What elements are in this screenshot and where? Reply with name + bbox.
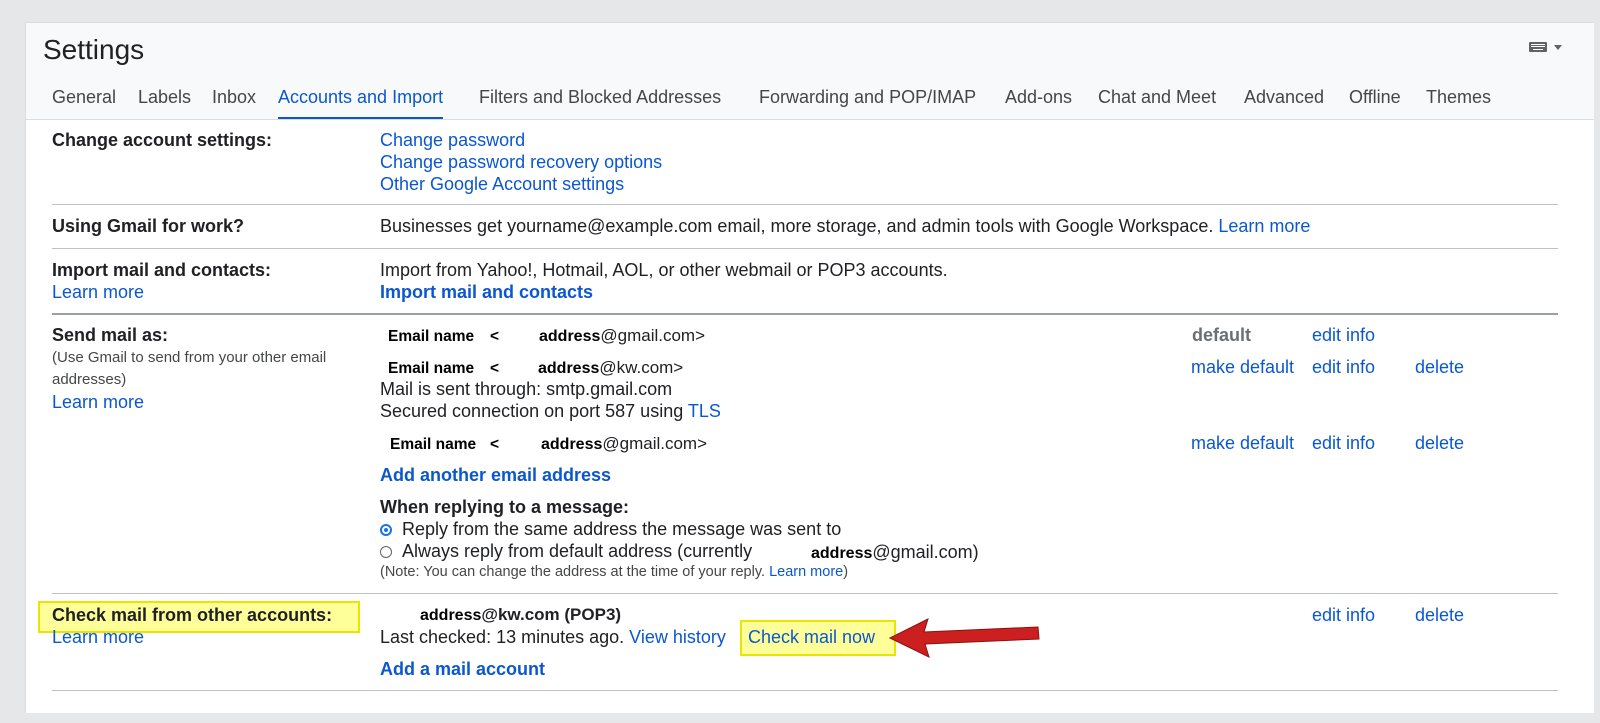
send-address: address@kw.com> — [538, 358, 684, 377]
import-label: Import mail and contacts: — [52, 260, 272, 280]
send-as-sub1: (Use Gmail to send from your other email — [52, 349, 327, 366]
email-name: Email name — [388, 328, 475, 345]
tab-general[interactable]: General — [52, 77, 116, 117]
import-mail-contacts-button[interactable]: Import mail and contacts — [380, 282, 593, 303]
tab-labels[interactable]: Labels — [138, 77, 191, 117]
reply-same-radio[interactable] — [380, 524, 392, 536]
email-name: Email name — [388, 360, 475, 377]
edit-info-link[interactable]: edit info — [1312, 433, 1375, 454]
red-arrow-annotation — [888, 618, 1040, 658]
reply-default-radio[interactable] — [380, 546, 392, 558]
tab-chat-and-meet[interactable]: Chat and Meet — [1098, 77, 1216, 117]
reply-note: (Note: You can change the address at the… — [380, 564, 849, 580]
divider — [52, 204, 1558, 205]
tab-accounts-and-import[interactable]: Accounts and Import — [278, 77, 444, 119]
input-tools-button[interactable] — [1529, 42, 1569, 56]
send-as-label: Send mail as: — [52, 325, 169, 345]
edit-info-link[interactable]: edit info — [1312, 357, 1375, 378]
tab-forwarding[interactable]: Forwarding and POP/IMAP — [759, 77, 976, 117]
send-address: address@gmail.com> — [541, 434, 708, 453]
send-as-learn-more-link[interactable]: Learn more — [52, 392, 144, 413]
settings-panel: Settings General Labels Inbox Accounts a… — [25, 22, 1594, 713]
delete-link[interactable]: delete — [1415, 433, 1464, 454]
divider — [52, 248, 1558, 249]
delete-link[interactable]: delete — [1415, 605, 1464, 626]
change-recovery-link[interactable]: Change password recovery options — [380, 152, 662, 173]
settings-tabs: General Labels Inbox Accounts and Import… — [26, 77, 1594, 120]
chevron-down-icon — [1554, 45, 1562, 50]
tab-add-ons[interactable]: Add-ons — [1005, 77, 1072, 117]
divider — [52, 690, 1558, 691]
default-status: default — [1192, 325, 1252, 345]
reply-default-address: address@gmail.com) — [811, 542, 979, 562]
send-as-sub2: addresses) — [52, 371, 127, 388]
tls-link[interactable]: TLS — [688, 401, 721, 421]
smtp-info: Mail is sent through: smtp.gmail.com — [380, 379, 673, 399]
delete-link[interactable]: delete — [1415, 357, 1464, 378]
add-email-address-button[interactable]: Add another email address — [380, 465, 611, 486]
check-mail-learn-more-link[interactable]: Learn more — [52, 627, 144, 648]
send-address: address@gmail.com> — [539, 326, 706, 345]
make-default-link[interactable]: make default — [1191, 357, 1294, 378]
check-mail-label: Check mail from other accounts: — [52, 605, 333, 625]
angle-bracket: < — [490, 328, 500, 345]
work-learn-more-link[interactable]: Learn more — [1218, 216, 1310, 236]
reply-default-label-a: Always reply from default address (curre… — [402, 541, 753, 561]
title-bar: Settings — [26, 23, 1594, 77]
change-account-label: Change account settings: — [52, 130, 273, 150]
angle-bracket: < — [490, 360, 500, 377]
check-mail-now-link[interactable]: Check mail now — [748, 627, 875, 648]
keyboard-icon — [1529, 42, 1547, 52]
divider — [52, 593, 1558, 594]
make-default-link[interactable]: make default — [1191, 433, 1294, 454]
google-account-settings-link[interactable]: Other Google Account settings — [380, 174, 624, 195]
import-text: Import from Yahoo!, Hotmail, AOL, or oth… — [380, 260, 948, 280]
tab-advanced[interactable]: Advanced — [1244, 77, 1324, 117]
tab-inbox[interactable]: Inbox — [212, 77, 256, 117]
last-checked: Last checked: 13 minutes ago. View histo… — [380, 627, 726, 647]
change-password-link[interactable]: Change password — [380, 130, 525, 151]
import-learn-more-link[interactable]: Learn more — [52, 282, 144, 303]
angle-bracket: < — [490, 436, 500, 453]
work-text: Businesses get yourname@example.com emai… — [380, 216, 1310, 237]
tab-offline[interactable]: Offline — [1349, 77, 1401, 117]
work-description: Businesses get yourname@example.com emai… — [380, 216, 1214, 236]
edit-info-link[interactable]: edit info — [1312, 325, 1375, 346]
work-label: Using Gmail for work? — [52, 216, 245, 236]
edit-info-link[interactable]: edit info — [1312, 605, 1375, 626]
reply-learn-more-link[interactable]: Learn more — [769, 564, 843, 580]
secured-info: Secured connection on port 587 using TLS — [380, 401, 721, 421]
pop3-account: address@kw.com (POP3) — [420, 605, 622, 624]
reply-heading: When replying to a message: — [380, 497, 630, 517]
divider — [52, 313, 1558, 315]
add-mail-account-button[interactable]: Add a mail account — [380, 659, 545, 680]
page-title: Settings — [43, 34, 145, 65]
reply-same-label: Reply from the same address the message … — [402, 519, 842, 539]
tab-themes[interactable]: Themes — [1426, 77, 1491, 117]
tab-filters[interactable]: Filters and Blocked Addresses — [479, 77, 721, 117]
email-name: Email name — [390, 436, 477, 453]
view-history-link[interactable]: View history — [629, 627, 726, 647]
